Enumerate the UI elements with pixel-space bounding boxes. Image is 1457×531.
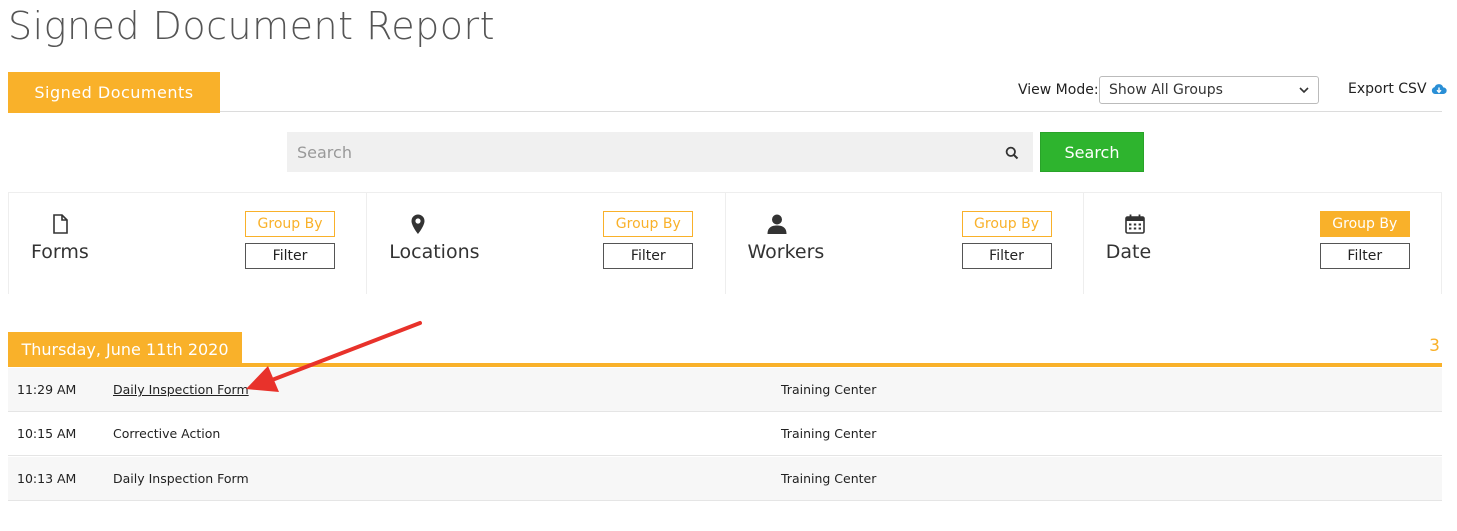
page-title: Signed Document Report <box>8 4 496 48</box>
filter-label-workers: Workers <box>747 241 825 263</box>
search-placeholder: Search <box>297 142 352 162</box>
row-time: 10:15 AM <box>17 426 77 441</box>
table-row: 10:15 AM Corrective Action Training Cent… <box>8 412 1442 456</box>
row-location: Training Center <box>781 382 877 397</box>
view-mode-value: Show All Groups <box>1109 82 1223 98</box>
filter-label-forms: Forms <box>31 241 89 263</box>
export-csv-label: Export CSV <box>1348 81 1427 97</box>
filter-cell-date: Date Group By Filter <box>1084 193 1442 294</box>
user-icon <box>767 214 786 234</box>
filter-forms-button[interactable]: Filter <box>245 243 335 269</box>
cloud-download-icon <box>1431 83 1447 94</box>
group-by-date-button[interactable]: Group By <box>1319 211 1410 237</box>
map-pin-icon <box>411 214 425 234</box>
chevron-down-icon <box>1299 87 1309 94</box>
calendar-icon <box>1124 214 1145 234</box>
filter-workers-button[interactable]: Filter <box>961 243 1052 269</box>
search-button[interactable]: Search <box>1040 132 1144 172</box>
filter-cell-locations: Locations Group By Filter <box>367 193 726 294</box>
filter-locations-button[interactable]: Filter <box>603 243 694 269</box>
view-mode-select[interactable]: Show All Groups <box>1099 76 1319 104</box>
table-row: 11:29 AM Daily Inspection Form Training … <box>8 368 1442 412</box>
group-date-label: Thursday, June 11th 2020 <box>8 332 242 367</box>
row-form-link[interactable]: Daily Inspection Form <box>113 382 249 397</box>
row-time: 10:13 AM <box>17 471 77 486</box>
filter-cell-workers: Workers Group By Filter <box>726 193 1084 294</box>
group-by-locations-button[interactable]: Group By <box>603 211 694 237</box>
filter-date-button[interactable]: Filter <box>1319 243 1410 269</box>
group-count-badge: 3 <box>1429 336 1440 356</box>
filter-cell-forms: Forms Group By Filter <box>8 193 368 294</box>
table-row: 10:13 AM Daily Inspection Form Training … <box>8 457 1442 501</box>
row-form-link[interactable]: Daily Inspection Form <box>113 471 249 486</box>
search-input[interactable]: Search <box>287 132 1033 172</box>
filter-panel: Forms Group By Filter Locations Group By… <box>8 192 1442 294</box>
group-by-forms-button[interactable]: Group By <box>245 211 335 237</box>
filter-label-date: Date <box>1105 241 1152 263</box>
row-time: 11:29 AM <box>17 382 77 397</box>
document-icon <box>53 214 68 234</box>
group-header: Thursday, June 11th 2020 3 <box>8 332 1442 367</box>
group-by-workers-button[interactable]: Group By <box>961 211 1052 237</box>
filter-label-locations: Locations <box>389 241 480 263</box>
search-icon <box>1005 146 1019 160</box>
tab-signed-documents[interactable]: Signed Documents <box>8 72 220 113</box>
row-location: Training Center <box>781 471 877 486</box>
view-mode-label: View Mode: <box>1018 82 1099 98</box>
row-location: Training Center <box>781 426 877 441</box>
row-form-link[interactable]: Corrective Action <box>113 426 220 441</box>
tab-bar: Signed Documents View Mode: Show All Gro… <box>8 72 1447 113</box>
export-csv-button[interactable]: Export CSV <box>1348 81 1447 97</box>
